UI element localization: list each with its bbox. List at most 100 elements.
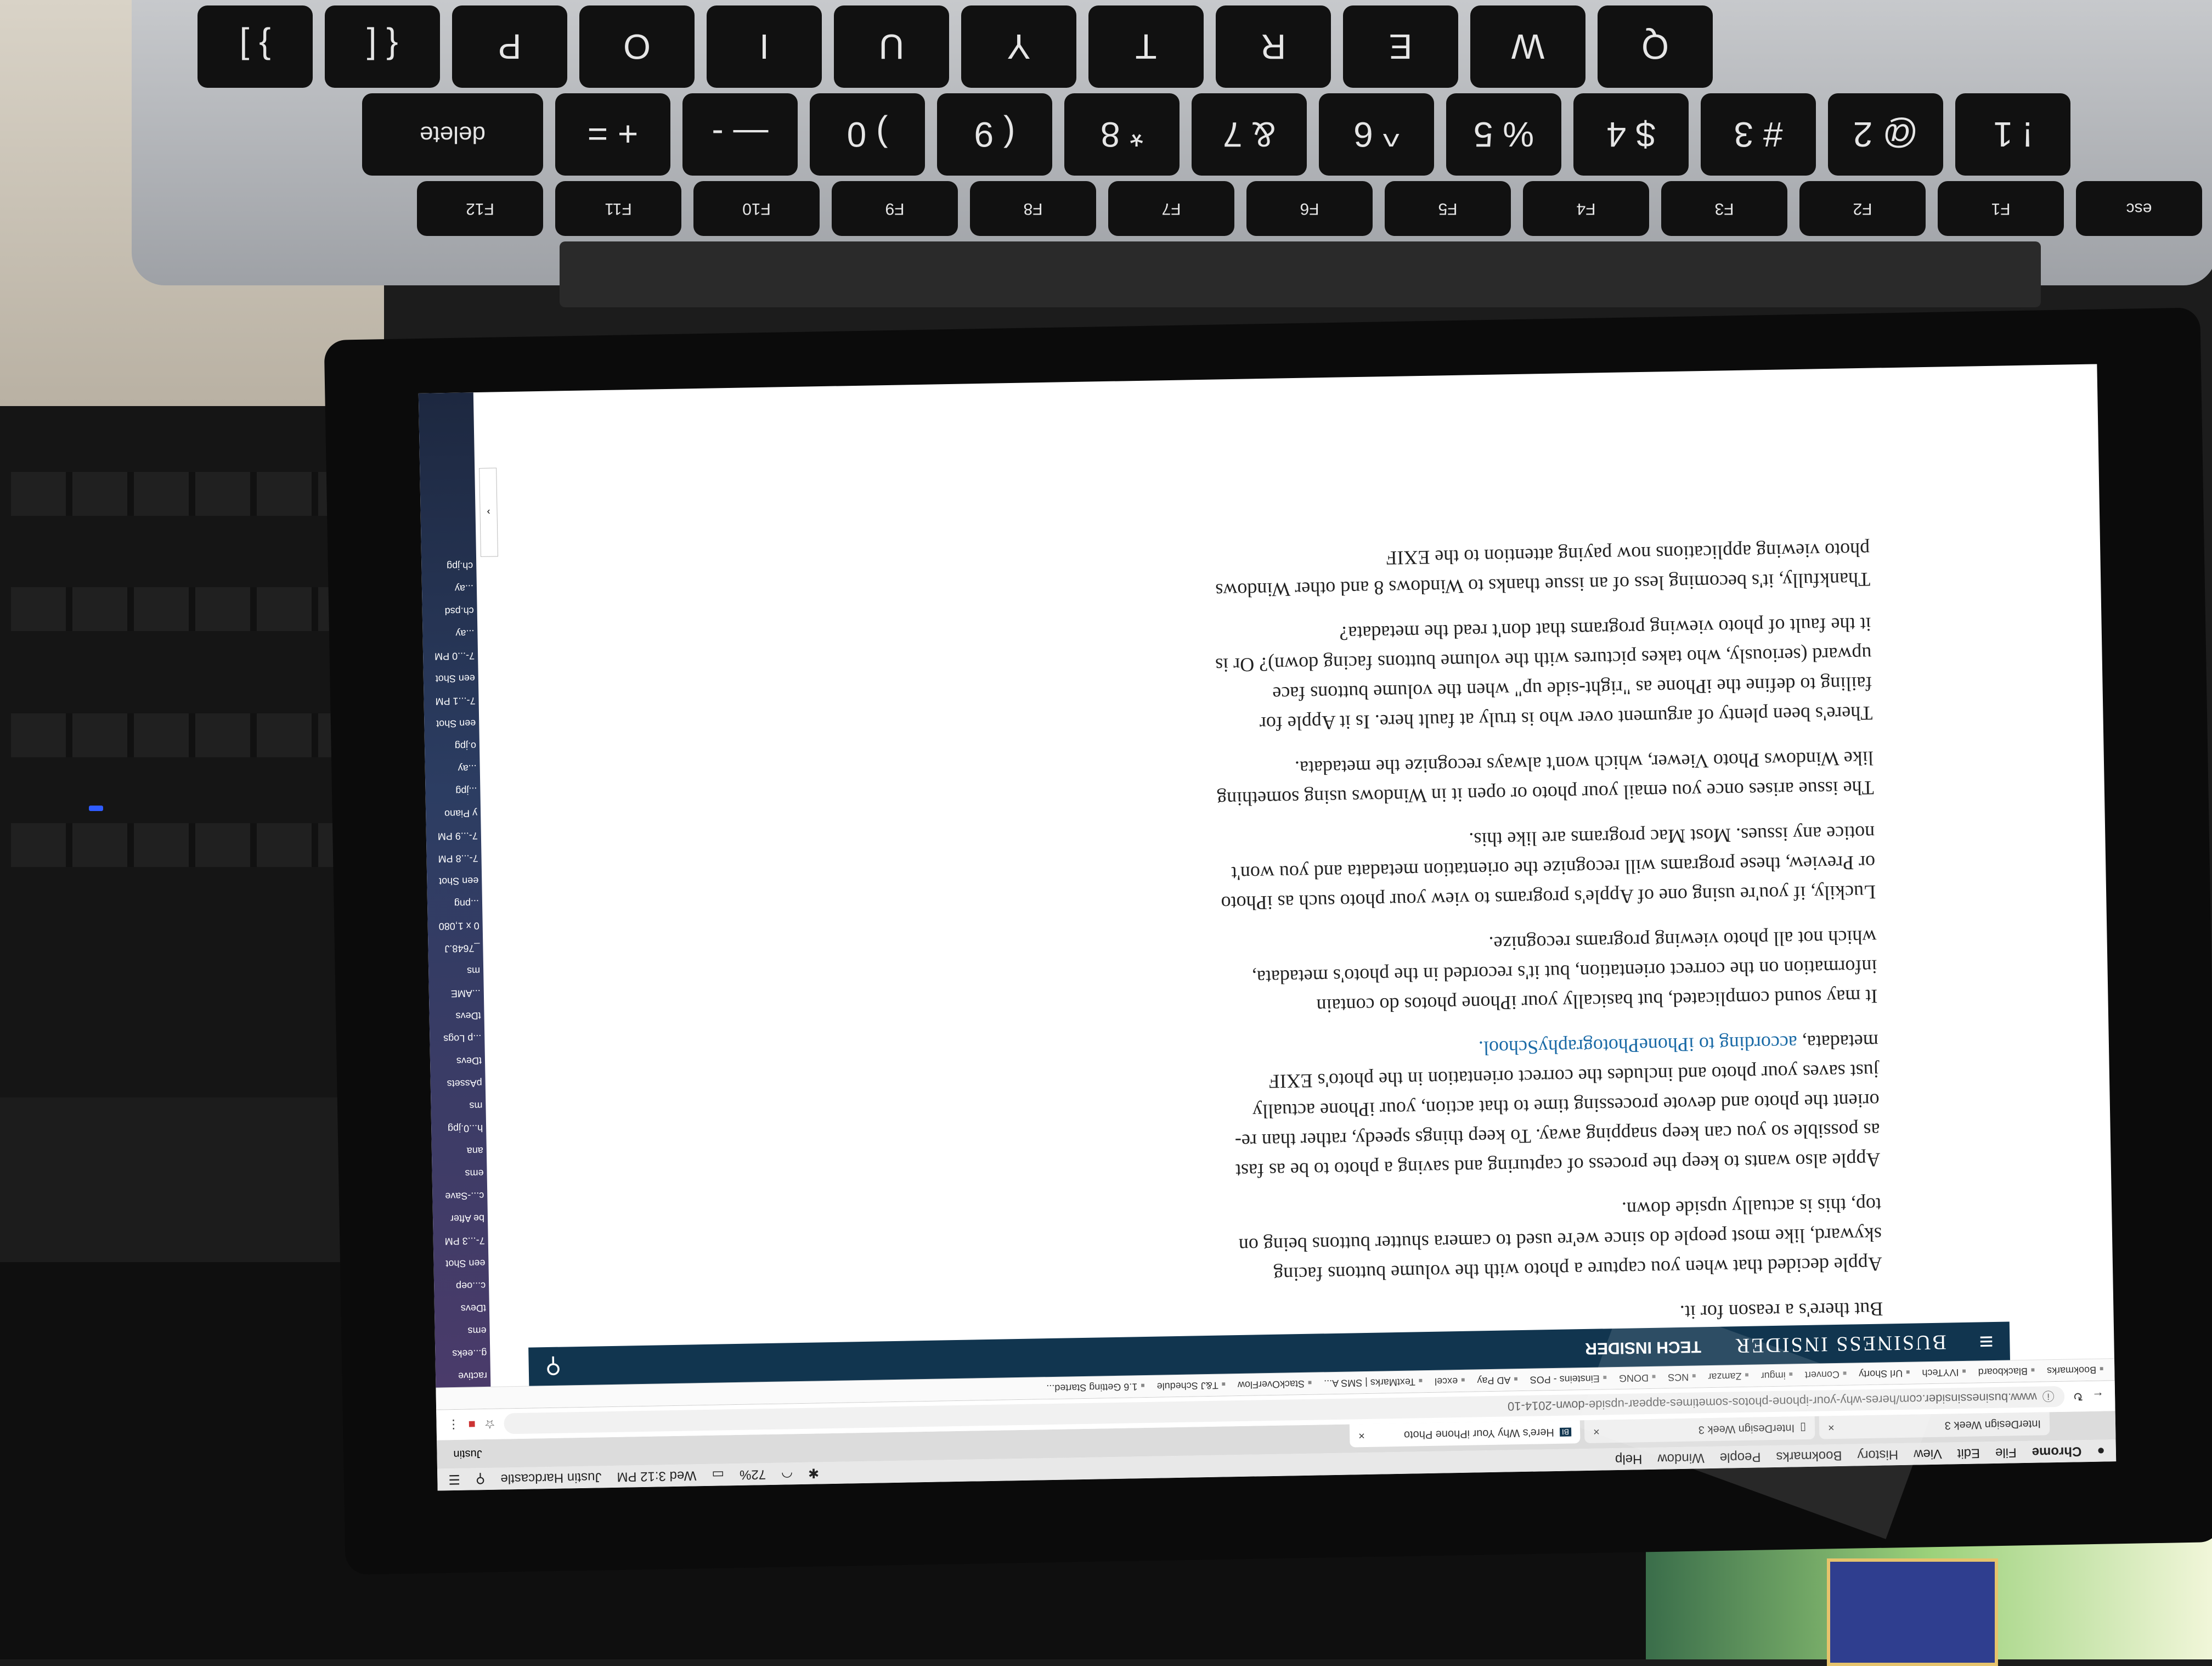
- menu-item-edit[interactable]: Edit: [1957, 1445, 1980, 1461]
- desktop-file-label[interactable]: ems: [432, 1162, 487, 1185]
- desktop-file-label[interactable]: tDevs: [430, 1049, 486, 1073]
- desktop-file-label[interactable]: een Shot: [427, 869, 482, 893]
- desktop-file-label[interactable]: ms: [431, 1094, 486, 1118]
- desktop-file-label[interactable]: ...ay: [425, 757, 480, 780]
- tab-interdesign-week-3-second[interactable]: ▯ InterDesign Week 3 ×: [1584, 1416, 1815, 1444]
- keyboard-key: F5: [1385, 181, 1511, 236]
- menu-item-file[interactable]: File: [1995, 1444, 2017, 1460]
- keyboard-key: F2: [1799, 181, 1926, 236]
- menu-item-history[interactable]: History: [1857, 1447, 1898, 1462]
- desktop-file-label[interactable]: een Shot: [433, 1252, 489, 1275]
- menu-clock[interactable]: Wed 3:12 PM: [617, 1467, 696, 1484]
- bookmark-item[interactable]: Bookmarks: [2047, 1364, 2104, 1377]
- extension-icon[interactable]: ■: [468, 1417, 476, 1432]
- desktop-file-label[interactable]: y Piano: [426, 802, 481, 825]
- desktop-file-label[interactable]: ...jpg: [425, 779, 481, 803]
- keyboard-key: T: [1088, 5, 1204, 88]
- tab-close-icon[interactable]: ×: [1593, 1425, 1600, 1438]
- menu-item-people[interactable]: People: [1719, 1449, 1760, 1465]
- desktop-file-label[interactable]: pAssets: [430, 1072, 486, 1095]
- desktop-file-label[interactable]: een Shot: [424, 667, 479, 690]
- battery-icon[interactable]: ▭: [712, 1467, 724, 1483]
- info-icon[interactable]: ⓘ: [2042, 1388, 2055, 1406]
- desktop-file-label[interactable]: ...AME: [429, 982, 484, 1005]
- keyboard-key: # 3: [1701, 93, 1816, 176]
- desktop-file-label[interactable]: tDevs: [435, 1297, 490, 1320]
- desktop-file-label[interactable]: _7648.J: [428, 937, 483, 960]
- bookmark-item[interactable]: IVYTech: [1922, 1366, 1966, 1378]
- site-brand[interactable]: BUSINESS INSIDER: [1734, 1330, 1946, 1358]
- desktop-file-label[interactable]: ems: [435, 1319, 490, 1343]
- desktop-file-label[interactable]: o.jpg: [425, 734, 480, 758]
- external-keyboard-row: [11, 587, 362, 631]
- bookmark-item[interactable]: NCS: [1668, 1371, 1696, 1383]
- bookmark-item[interactable]: excel: [1435, 1375, 1465, 1387]
- menu-item-help[interactable]: Help: [1615, 1451, 1643, 1467]
- spotlight-search-icon[interactable]: ⚲: [476, 1471, 486, 1487]
- desktop-file-label[interactable]: ch.psd: [422, 599, 477, 623]
- notification-list-icon[interactable]: ☰: [448, 1471, 460, 1487]
- desktop-file-label[interactable]: h...0.jpg: [431, 1117, 487, 1140]
- tab-interdesign-week-3[interactable]: InterDesign Week 3 ×: [1819, 1412, 2050, 1439]
- keyboard-key: F10: [693, 181, 820, 236]
- menu-item-view[interactable]: View: [1914, 1446, 1942, 1462]
- bookmark-item[interactable]: 1.6 Getting Started...: [1046, 1381, 1145, 1394]
- menu-item-window[interactable]: Window: [1657, 1450, 1705, 1466]
- wifi-icon[interactable]: ◠: [781, 1466, 793, 1482]
- apple-icon[interactable]: ●: [2097, 1443, 2105, 1458]
- desktop-file-label[interactable]: ch.jpg: [421, 554, 477, 578]
- profile-name[interactable]: Justin: [453, 1448, 482, 1461]
- desktop-file-label[interactable]: c...oep: [434, 1274, 489, 1298]
- reload-icon[interactable]: ↻: [2073, 1389, 2083, 1404]
- bookmark-item[interactable]: DONG: [1619, 1372, 1656, 1384]
- desktop-file-label[interactable]: ana: [432, 1139, 487, 1163]
- sidebar-toggle-handle[interactable]: ›: [479, 468, 498, 557]
- desktop-file-label[interactable]: ...ay: [422, 622, 478, 645]
- site-section[interactable]: TECH INSIDER: [1585, 1337, 1701, 1358]
- menu-item-bookmarks[interactable]: Bookmarks: [1776, 1448, 1842, 1464]
- bookmark-item[interactable]: AD Pay: [1477, 1374, 1518, 1386]
- keyboard-key: F9: [832, 181, 958, 236]
- desktop-file-label[interactable]: ractive: [436, 1364, 491, 1388]
- desktop-file-label[interactable]: ...p Logs: [430, 1027, 485, 1050]
- desktop-file-label[interactable]: be After: [433, 1207, 488, 1230]
- tab-close-icon[interactable]: ×: [1358, 1429, 1365, 1442]
- desktop-file-label[interactable]: 7-...0 PM: [423, 644, 478, 668]
- bookmark-star-icon[interactable]: ☆: [484, 1417, 495, 1431]
- tab-business-insider-article[interactable]: BI Here's Why Your iPhone Photo ×: [1349, 1420, 1581, 1448]
- chrome-menu-icon[interactable]: ⋮: [447, 1417, 459, 1432]
- desktop-file-label[interactable]: een Shot: [424, 712, 479, 735]
- bookmark-item[interactable]: TextMarks | SMS A...: [1324, 1376, 1423, 1389]
- article-paragraph: There's been plenty of argument over who…: [1215, 613, 1873, 735]
- bookmark-item[interactable]: Zamzar: [1708, 1370, 1749, 1382]
- back-arrow-icon[interactable]: ←: [2092, 1389, 2104, 1403]
- bookmark-item[interactable]: Einsteins - POS: [1530, 1372, 1607, 1386]
- bookmark-item[interactable]: T&J Schedule: [1156, 1379, 1226, 1392]
- menu-app-name[interactable]: Chrome: [2032, 1443, 2081, 1460]
- desktop-file-label[interactable]: 7-...1 PM: [424, 689, 479, 713]
- search-icon[interactable]: ⚲: [545, 1354, 561, 1380]
- desktop-file-label[interactable]: 7-...9 PM: [426, 824, 482, 848]
- desktop-file-label[interactable]: g...eeks: [435, 1342, 490, 1365]
- desktop-file-label[interactable]: 7-...3 PM: [433, 1229, 488, 1253]
- hamburger-menu-icon[interactable]: ≡: [1979, 1327, 1994, 1355]
- desktop-file-label[interactable]: tDevs: [429, 1004, 484, 1028]
- desktop-file-label[interactable]: c...-Save: [432, 1184, 488, 1208]
- desktop-file-label[interactable]: 7-...8 PM: [426, 847, 482, 870]
- bookmark-item[interactable]: StackOverFlow: [1238, 1378, 1312, 1391]
- source-link[interactable]: according to iPhonePhotographySchool.: [1479, 1032, 1798, 1059]
- battery-percent[interactable]: 72%: [740, 1466, 766, 1482]
- desktop-file-label[interactable]: 0 x 1,080: [427, 914, 483, 938]
- bookmark-item[interactable]: Url Shorty: [1859, 1367, 1910, 1380]
- tab-close-icon[interactable]: ×: [1828, 1421, 1835, 1434]
- desktop-file-label[interactable]: ...ay: [422, 577, 477, 600]
- keyboard-key: E: [1343, 5, 1458, 88]
- desktop-file-label[interactable]: ...png: [427, 892, 483, 915]
- bookmark-item[interactable]: Blackboard: [1978, 1365, 2035, 1378]
- bookmark-item[interactable]: Convert: [1805, 1369, 1847, 1381]
- bluetooth-icon[interactable]: ✱: [808, 1465, 820, 1481]
- desktop-file-label[interactable]: ms: [428, 959, 484, 983]
- external-keyboard-row: [11, 823, 362, 867]
- menu-user[interactable]: Justin Hardcastle: [500, 1469, 602, 1486]
- bookmark-item[interactable]: imgur: [1761, 1369, 1793, 1382]
